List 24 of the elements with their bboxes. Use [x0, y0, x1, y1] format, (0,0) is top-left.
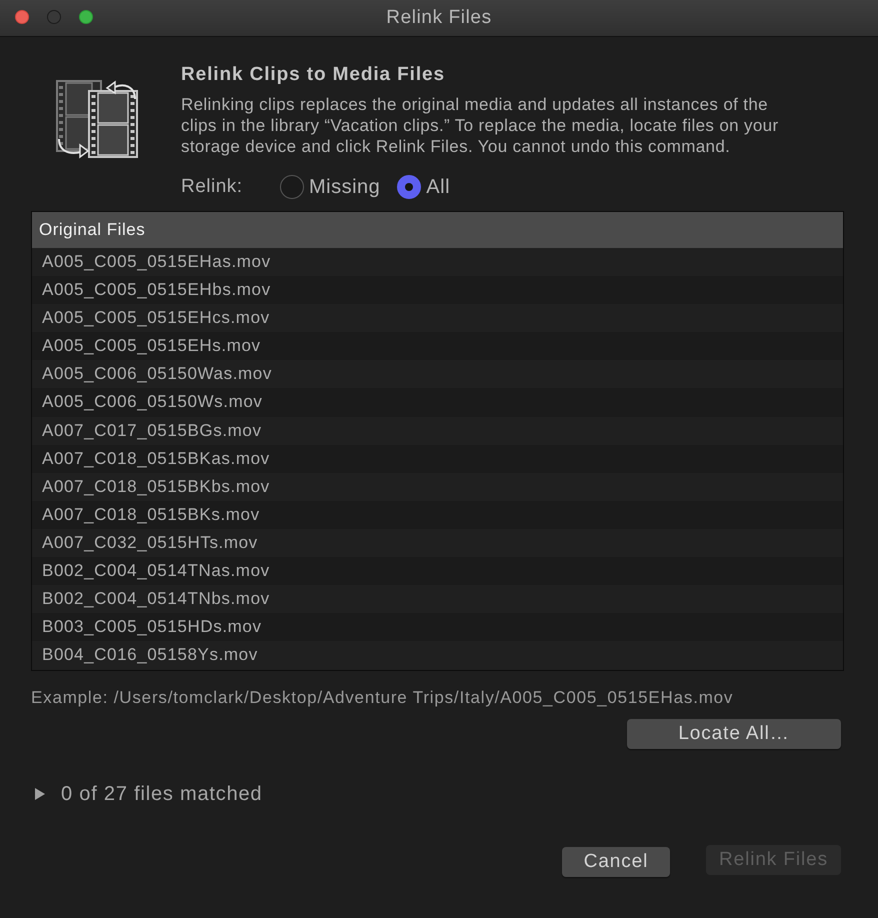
column-header[interactable]: Original Files: [32, 212, 843, 248]
dialog-description: Relinking clips replaces the original media and updates all instances of the clips in the library “Vacation clips.” To replace the media, locate files on your storage device and click Relink Files. You cannot undo this command.: [181, 94, 780, 157]
example-path: Example: /Users/tomclark/Desktop/Adventure Trips/Italy/A005_C005_0515EHas.mov: [31, 688, 734, 708]
zoom-button[interactable]: [79, 10, 93, 24]
radio-button[interactable]: [280, 175, 304, 199]
disclosure-triangle-icon[interactable]: [35, 788, 45, 800]
radio-label[interactable]: Missing: [309, 176, 380, 198]
table-row[interactable]: A005_C005_0515EHs.mov: [32, 332, 843, 360]
table-row[interactable]: B003_C005_0515HDs.mov: [32, 613, 843, 642]
close-button[interactable]: [15, 10, 29, 24]
table-row[interactable]: A005_C006_05150Ws.mov: [32, 388, 843, 417]
table-row[interactable]: A007_C018_0515BKas.mov: [32, 444, 843, 473]
cancel-button[interactable]: Cancel: [562, 847, 670, 877]
relink-label: Relink:: [181, 176, 244, 198]
radio-button[interactable]: [397, 175, 422, 199]
table-row[interactable]: A007_C018_0515BKs.mov: [32, 500, 843, 529]
matched-count: 0 of 27 files matched: [61, 782, 262, 806]
table-row[interactable]: B002_C004_0514TNas.mov: [32, 557, 843, 586]
window-title: Relink Files: [386, 7, 492, 29]
dialog-heading: Relink Clips to Media Files: [181, 63, 446, 86]
locate-all-button[interactable]: Locate All…: [627, 719, 841, 749]
filmstrips-arrows-icon: [55, 79, 141, 159]
table-row[interactable]: A005_C005_0515EHbs.mov: [32, 276, 843, 304]
radio-label[interactable]: All: [426, 176, 450, 198]
